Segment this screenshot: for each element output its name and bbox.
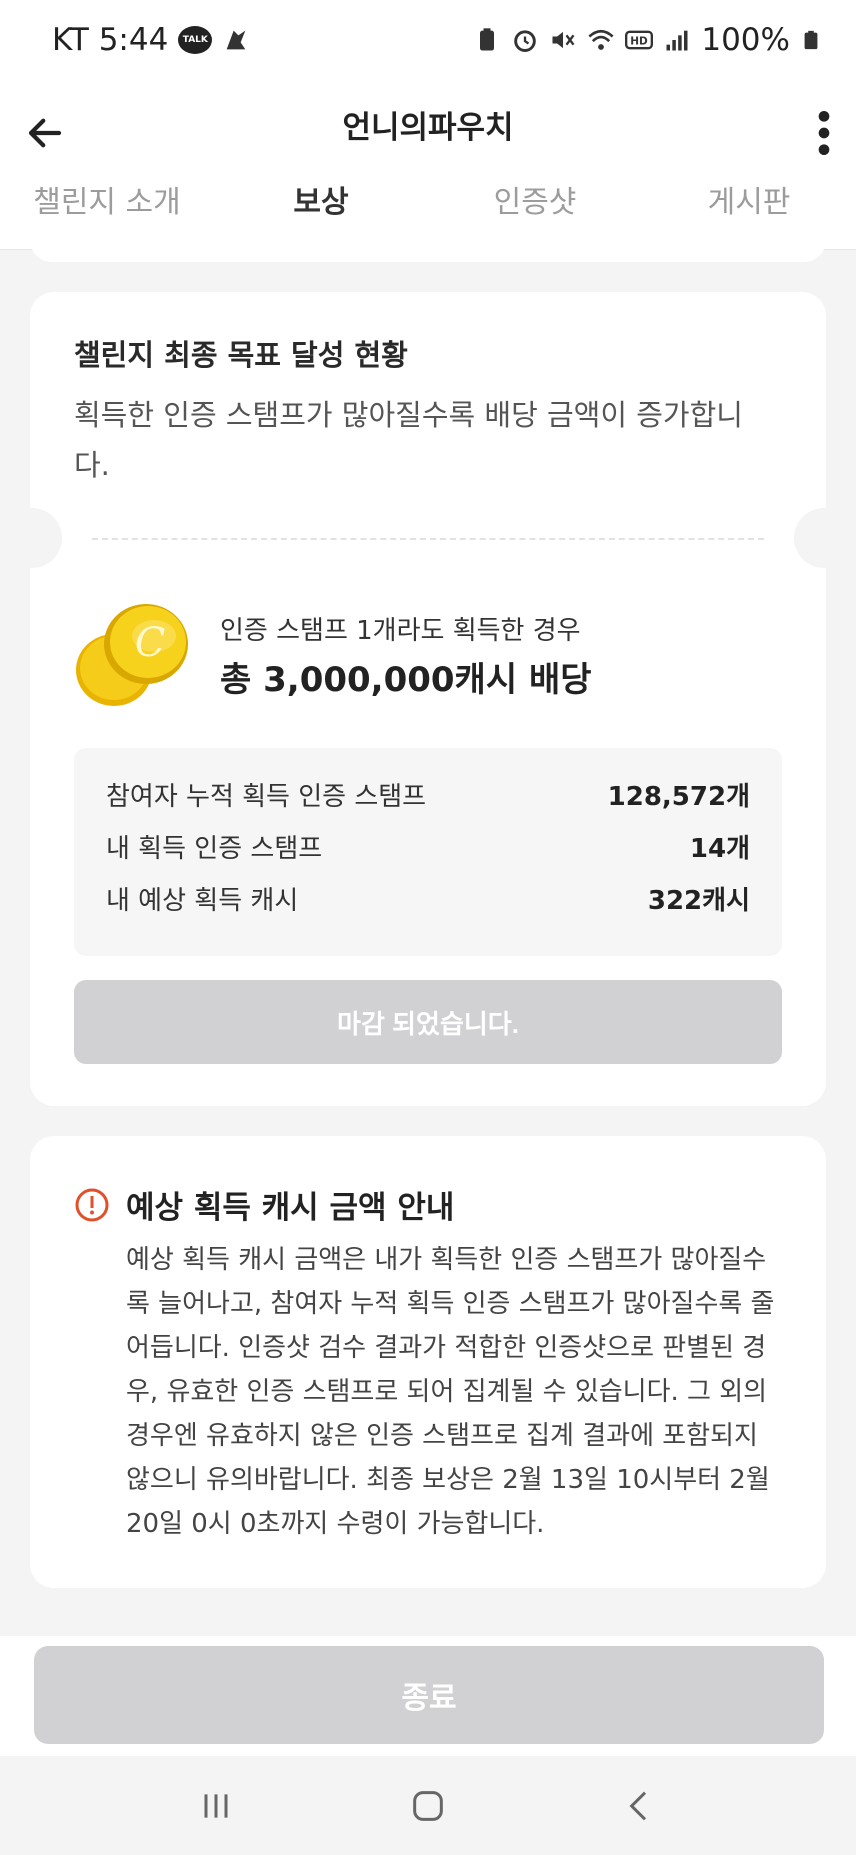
coin-icon: C xyxy=(76,604,188,706)
warning-circle-icon xyxy=(75,1188,109,1221)
home-icon xyxy=(413,1790,443,1821)
stat-row: 참여자 누적 획득 인증 스탬프 128,572개 xyxy=(106,768,750,820)
status-right: HD 100% xyxy=(473,22,822,58)
recent-apps-button[interactable] xyxy=(192,1782,240,1830)
tab-board[interactable]: 게시판 xyxy=(642,160,856,249)
info-header: 예상 획득 캐시 금액 안내 xyxy=(74,1182,454,1227)
battery-percent: 100% xyxy=(701,22,790,58)
stat-row: 내 획득 인증 스탬프 14개 xyxy=(106,820,750,872)
stat-label: 참여자 누적 획득 인증 스탬프 xyxy=(106,781,427,812)
back-button[interactable] xyxy=(616,1782,664,1830)
dashed-divider xyxy=(92,538,764,540)
home-button[interactable] xyxy=(404,1782,452,1830)
wifi-icon xyxy=(588,29,614,50)
more-vertical-icon[interactable] xyxy=(814,108,834,158)
stat-value: 14개 xyxy=(689,833,750,864)
closed-button[interactable]: 마감 되었습니다. xyxy=(74,980,782,1064)
expected-cash-info-card: 예상 획득 캐시 금액 안내 예상 획득 캐시 금액은 내가 획득한 인증 스탬… xyxy=(30,1136,826,1588)
bottom-action-bar: 종료 xyxy=(0,1636,856,1756)
previous-card-bottom xyxy=(30,240,826,262)
card-notch-left xyxy=(2,508,62,568)
tab-bar: 챌린지 소개 보상 인증샷 게시판 xyxy=(0,160,856,250)
tab-label: 인증샷 xyxy=(493,184,577,220)
tab-reward[interactable]: 보상 xyxy=(214,160,428,250)
recent-apps-icon xyxy=(204,1793,228,1818)
back-chevron-icon xyxy=(629,1791,647,1820)
stat-value: 322캐시 xyxy=(647,885,750,916)
alarm-icon xyxy=(514,30,537,52)
system-nav-bar xyxy=(0,1756,856,1855)
goal-status-card: 챌린지 최종 목표 달성 현황 획득한 인증 스탬프가 많아질수록 배당 금액이… xyxy=(30,292,826,1106)
stat-row: 내 예상 획득 캐시 322캐시 xyxy=(106,872,750,924)
end-button[interactable]: 종료 xyxy=(34,1646,824,1744)
reward-condition: 인증 스탬프 1개라도 획득한 경우 xyxy=(220,616,581,646)
goal-card-title: 챌린지 최종 목표 달성 현황 xyxy=(74,338,408,372)
status-bar: KT 5:44 TALK HD 100% xyxy=(0,0,856,80)
info-title: 예상 획득 캐시 금액 안내 xyxy=(126,1190,455,1226)
coin-letter: C xyxy=(135,620,166,666)
battery-saver-icon xyxy=(480,28,495,51)
signal-icon xyxy=(666,30,688,51)
stat-value: 128,572개 xyxy=(607,781,750,812)
back-arrow-icon[interactable] xyxy=(24,112,66,154)
mute-icon xyxy=(552,31,575,49)
stat-label: 내 예상 획득 캐시 xyxy=(106,885,299,916)
tab-label: 챌린지 소개 xyxy=(33,184,181,220)
status-left: KT 5:44 TALK xyxy=(52,22,250,58)
stats-box: 참여자 누적 획득 인증 스탬프 128,572개 내 획득 인증 스탬프 14… xyxy=(74,748,782,956)
hd-icon: HD xyxy=(625,30,654,50)
tab-label: 게시판 xyxy=(707,184,791,220)
battery-icon xyxy=(804,30,818,50)
reward-amount: 총 3,000,000캐시 배당 xyxy=(220,660,592,700)
card-notch-right xyxy=(794,508,854,568)
kakaotalk-icon: TALK xyxy=(178,26,213,54)
notification-app-icon xyxy=(226,30,246,50)
tab-challenge-intro[interactable]: 챌린지 소개 xyxy=(0,160,214,249)
stat-label: 내 획득 인증 스탬프 xyxy=(106,833,323,864)
page-title: 언니의파우치 xyxy=(342,110,514,146)
tab-proof-shot[interactable]: 인증샷 xyxy=(428,160,642,249)
info-body: 예상 획득 캐시 금액은 내가 획득한 인증 스탬프가 많아질수록 늘어나고, … xyxy=(126,1245,775,1539)
goal-card-description: 획득한 인증 스탬프가 많아질수록 배당 금액이 증가합니다. xyxy=(74,398,743,482)
tab-label: 보상 xyxy=(293,184,349,220)
svg-text:HD: HD xyxy=(631,36,649,48)
carrier-time: KT 5:44 xyxy=(52,22,169,58)
